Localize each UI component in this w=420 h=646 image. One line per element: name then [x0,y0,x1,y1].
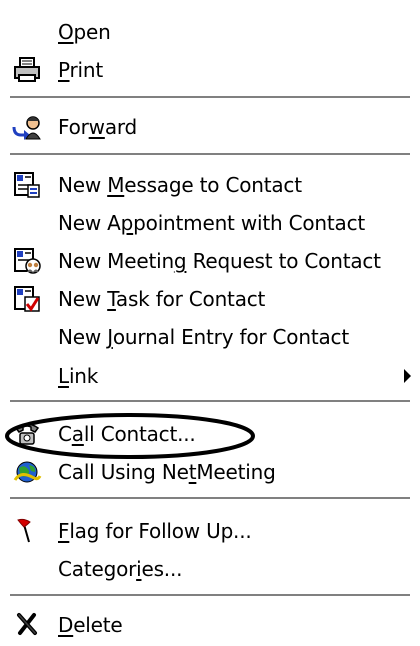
menu-item-label: Print [58,58,104,82]
meeting-request-icon [14,248,41,274]
menu-item-label: Flag for Follow Up... [58,519,252,543]
menu-item-label: Forward [58,115,138,139]
menu-item-forward[interactable]: Forward [0,107,420,147]
menu-item-delete[interactable]: Delete [0,605,420,645]
menu-item-label: New Message to Contact [58,173,302,197]
menu-item-label: Call Contact... [58,422,196,446]
menu-separator [10,497,410,501]
delete-icon [17,613,37,635]
printer-icon [14,57,40,82]
submenu-arrow-icon [404,369,411,383]
forward-contact-icon [12,116,41,140]
menu-item-label: New Meeting Request to Contact [58,249,381,273]
menu-item-call-netmeeting[interactable]: Call Using NetMeeting [0,452,420,492]
netmeeting-icon [13,461,42,483]
menu-separator [10,594,410,598]
menu-item-open[interactable]: Open [0,12,420,52]
menu-item-link[interactable]: Link [0,356,420,396]
new-message-icon [14,172,40,198]
menu-item-new-journal-entry[interactable]: New Journal Entry for Contact [0,317,420,357]
menu-separator [10,153,410,157]
task-icon [14,286,40,312]
menu-item-label: Categories... [58,557,183,581]
menu-item-label: New Appointment with Contact [58,211,366,235]
menu-separator [10,400,410,404]
menu-item-label: Delete [58,613,123,637]
flag-icon [17,518,31,543]
menu-item-print[interactable]: Print [0,50,420,90]
menu-item-label: Link [58,364,99,388]
menu-item-new-message[interactable]: New Message to Contact [0,165,420,205]
menu-item-new-meeting-request[interactable]: New Meeting Request to Contact [0,241,420,281]
menu-item-label: Open [58,20,111,44]
menu-item-label: New Task for Contact [58,287,266,311]
menu-item-flag-follow-up[interactable]: Flag for Follow Up... [0,511,420,551]
menu-item-new-appointment[interactable]: New Appointment with Contact [0,203,420,243]
menu-item-label: New Journal Entry for Contact [58,325,349,349]
contact-context-menu: Open Print Forward New Message to Contac… [0,0,420,646]
telephone-icon [14,423,40,445]
menu-item-label: Call Using NetMeeting [58,460,276,484]
menu-item-new-task[interactable]: New Task for Contact [0,279,420,319]
menu-item-call-contact[interactable]: Call Contact... [0,414,420,454]
menu-item-categories[interactable]: Categories... [0,549,420,589]
menu-separator [10,96,410,100]
